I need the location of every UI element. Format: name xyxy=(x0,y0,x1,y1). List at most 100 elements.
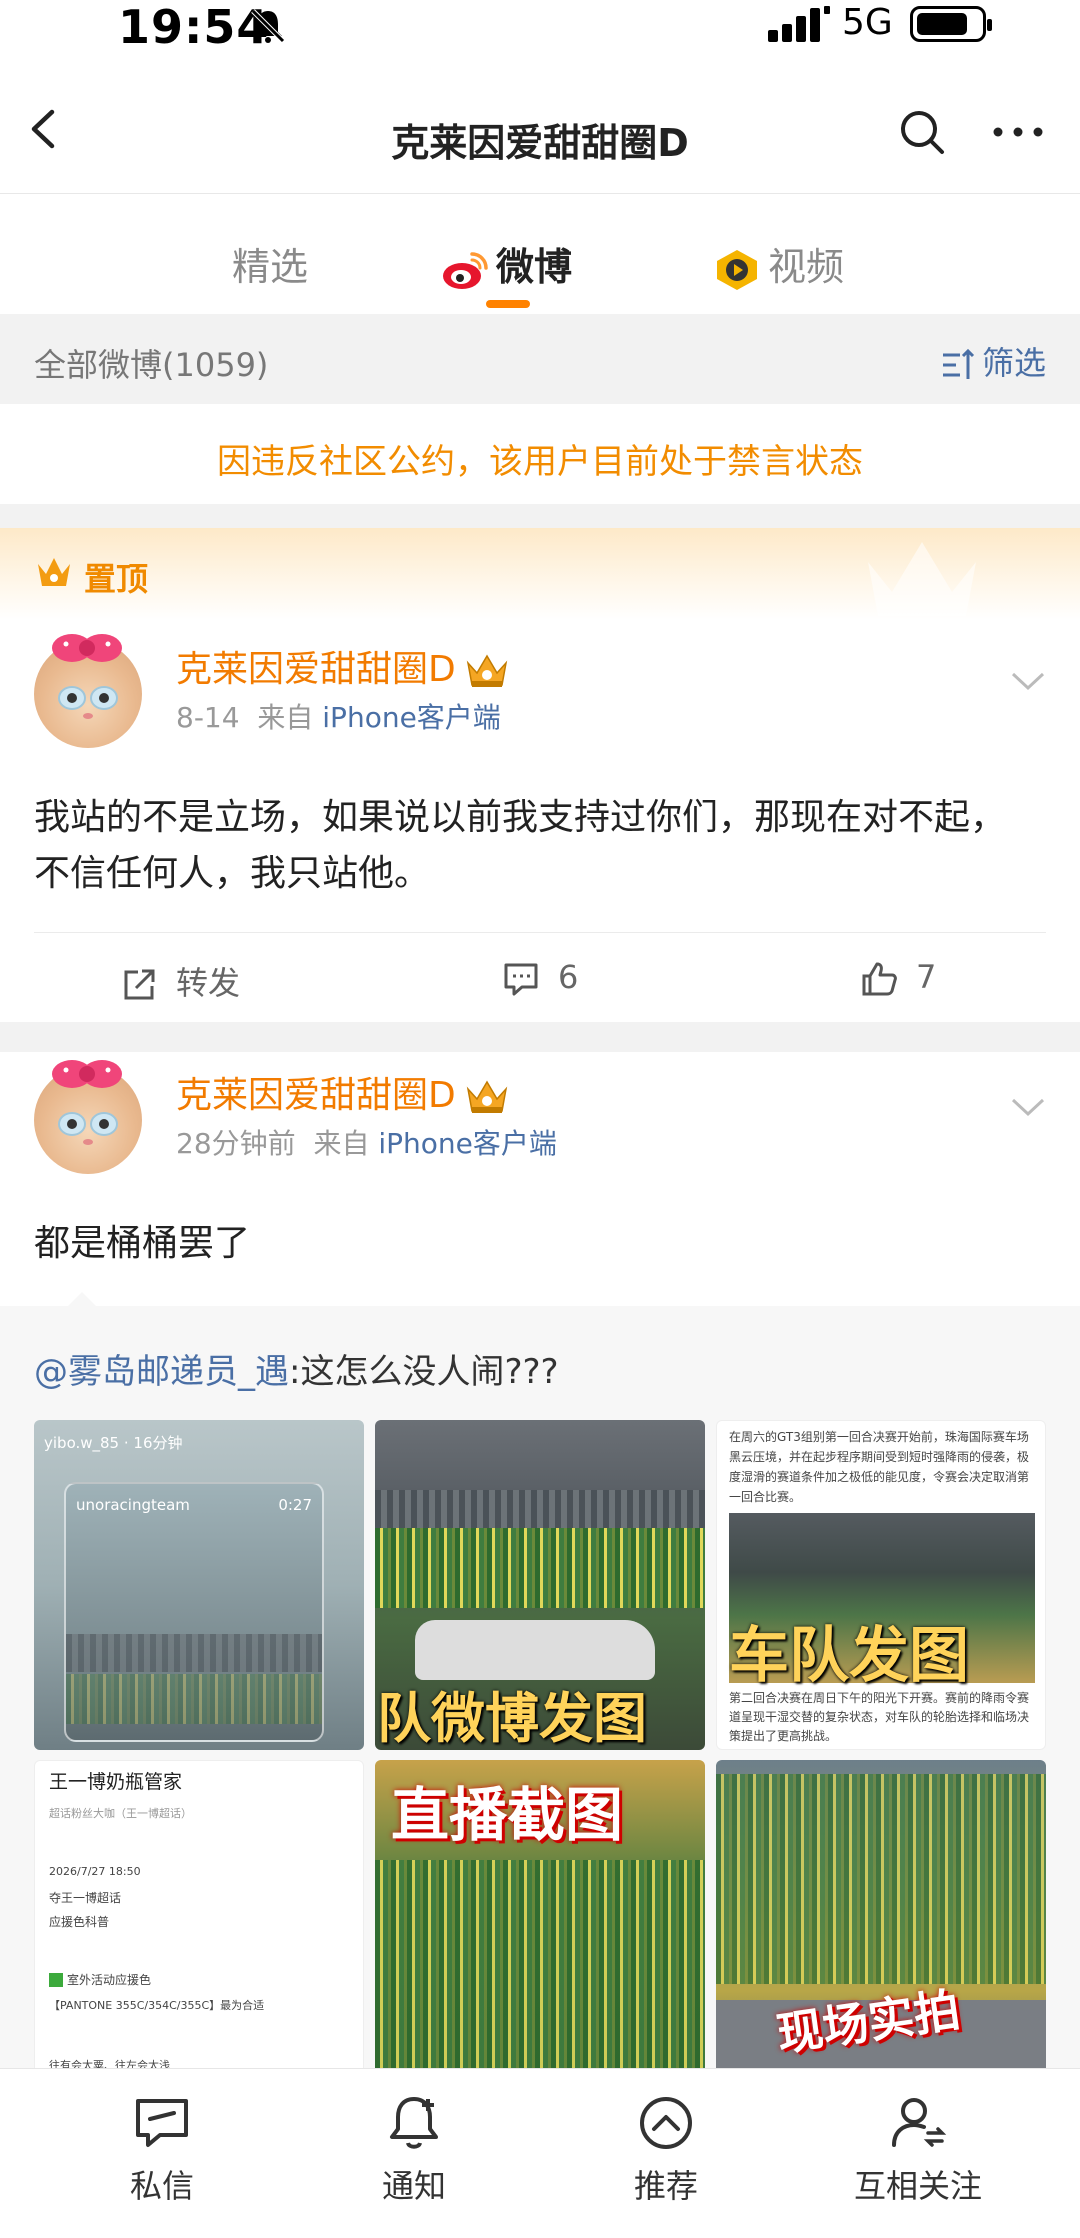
active-tab-indicator xyxy=(486,300,530,308)
note-line: 室外活动应援色 xyxy=(67,1973,152,1987)
image-caption: 队微博发图 xyxy=(377,1687,647,1750)
comment-icon xyxy=(504,963,538,996)
race-car-shape xyxy=(415,1620,655,1680)
mutual-follow-label: 互相关注 xyxy=(853,2167,982,2205)
nav-bar: 克莱因爱甜甜圈D xyxy=(0,60,1080,194)
crowd-shape xyxy=(375,1528,705,1608)
filter-button[interactable]: 筛选 xyxy=(940,338,1046,384)
avatar[interactable] xyxy=(34,634,142,748)
chevron-up-circle-icon xyxy=(640,2097,692,2149)
image-header-text: yibo.w_85 · 16分钟 xyxy=(44,1434,183,1452)
vip-crown-icon xyxy=(466,1080,507,1113)
post-source[interactable]: iPhone客户端 xyxy=(378,1127,557,1160)
tab-featured-label: 精选 xyxy=(232,245,309,289)
retweet-body: :这怎么没人闹??? xyxy=(289,1352,559,1392)
chevron-down-icon[interactable] xyxy=(1010,670,1046,694)
retweet-text: @雾岛邮递员_遇:这怎么没人闹??? xyxy=(34,1344,559,1393)
post-time: 8-14 xyxy=(176,701,240,734)
notification-button[interactable]: 通知 xyxy=(314,2091,514,2207)
note-line: 应援色科普 xyxy=(49,1915,110,1929)
bell-muted-icon xyxy=(251,9,285,43)
username-text: 克莱因爱甜甜圈D xyxy=(176,1075,456,1116)
status-bar: 19:54 5G xyxy=(0,0,1080,60)
mutual-follow-button[interactable]: 互相关注 xyxy=(818,2091,1018,2207)
recommend-button[interactable]: 推荐 xyxy=(566,2091,766,2207)
tab-weibo[interactable]: 微博 xyxy=(440,236,572,292)
note-title: 王一博奶瓶管家 xyxy=(49,1771,183,1793)
forward-label: 转发 xyxy=(176,964,241,1002)
share-icon xyxy=(124,969,155,1000)
note-line: 夺王一博超话 xyxy=(49,1891,122,1905)
video-card: unoracingteam 0:27 xyxy=(64,1482,324,1742)
retweet-notch xyxy=(68,1292,96,1306)
crowd-shape xyxy=(716,1774,1046,1984)
battery-icon xyxy=(910,6,992,42)
post-username[interactable]: 克莱因爱甜甜圈D xyxy=(176,1066,510,1118)
post-meta: 8-14 来自 iPhone客户端 xyxy=(176,696,501,736)
filter-label: 筛选 xyxy=(981,344,1046,382)
username-text: 克莱因爱甜甜圈D xyxy=(176,649,456,690)
message-icon xyxy=(136,2099,188,2147)
source-prefix: 来自 xyxy=(257,701,314,734)
weibo-logo-icon xyxy=(443,251,488,289)
mutual-follow-icon xyxy=(892,2098,947,2147)
image-thumbnail[interactable]: 王一博奶瓶管家 超话粉丝大咖（王一博超话） 2026/7/27 18:50 夺王… xyxy=(34,1760,364,2090)
image-caption: 车队发图 xyxy=(729,1621,969,1691)
retweet-block[interactable]: @雾岛邮递员_遇:这怎么没人闹??? yibo.w_85 · 16分钟 unor… xyxy=(0,1292,1080,2090)
article-text-bottom: 第二回合决赛在周日下午的阳光下开赛。赛前的降雨令赛道呈现干湿交替的复杂状态，对车… xyxy=(729,1691,1030,1743)
image-thumbnail[interactable]: 队微博发图 xyxy=(375,1420,705,1750)
crown-icon xyxy=(38,558,70,586)
video-duration: 0:27 xyxy=(278,1496,312,1514)
video-account-text: unoracingteam xyxy=(76,1496,190,1514)
decorative-crown-icon xyxy=(868,542,976,616)
post-count-label: 全部微博(1059) xyxy=(34,346,269,384)
filter-bar: 全部微博(1059) 筛选 xyxy=(0,314,1080,404)
mute-notice-text: 因违反社区公约，该用户目前处于禁言状态 xyxy=(217,442,863,482)
image-thumbnail[interactable]: 在周六的GT3组别第一回合决赛开始前，珠海国际赛车场黑云压境，并在起步程序期间受… xyxy=(716,1420,1046,1750)
vip-crown-icon xyxy=(466,654,507,687)
tab-featured[interactable]: 精选 xyxy=(232,236,308,291)
pinned-label: 置顶 xyxy=(84,560,149,598)
post-username[interactable]: 克莱因爱甜甜圈D xyxy=(176,640,510,692)
comment-button[interactable]: 6 xyxy=(502,958,578,998)
message-button[interactable]: 私信 xyxy=(62,2091,262,2207)
profile-tabs: 精选 微博 视频 xyxy=(0,194,1080,314)
avatar[interactable] xyxy=(34,1060,142,1174)
search-icon[interactable] xyxy=(898,108,946,156)
retweet-author[interactable]: @雾岛邮递员_遇 xyxy=(34,1352,289,1392)
recommend-label: 推荐 xyxy=(633,2167,698,2205)
notification-label: 通知 xyxy=(381,2167,446,2205)
network-label: 5G xyxy=(842,2,893,43)
source-prefix: 来自 xyxy=(313,1127,370,1160)
note-line: 2026/7/27 18:50 xyxy=(49,1865,141,1878)
bottom-bar: 私信 通知 推荐 互相关注 xyxy=(0,2068,1080,2238)
article-text-top: 在周六的GT3组别第一回合决赛开始前，珠海国际赛车场黑云压境，并在起步程序期间受… xyxy=(729,1430,1030,1504)
screen: { "status_bar": {"time": "19:54", "netwo… xyxy=(0,0,1080,2238)
like-count: 7 xyxy=(916,958,937,996)
mute-notice: 因违反社区公约，该用户目前处于禁言状态 xyxy=(0,404,1080,504)
cat-face-icon xyxy=(58,686,118,719)
comment-count: 6 xyxy=(558,958,579,996)
pinned-banner: 置顶 xyxy=(0,528,1080,620)
post-source[interactable]: iPhone客户端 xyxy=(322,701,501,734)
more-options-icon[interactable] xyxy=(990,108,1046,156)
image-thumbnail[interactable]: 直播截图 xyxy=(375,1760,705,2090)
grandstand-shape xyxy=(66,1634,322,1672)
like-button[interactable]: 7 xyxy=(860,958,936,998)
forward-button[interactable]: 转发 xyxy=(120,958,240,1004)
tab-video[interactable]: 视频 xyxy=(712,236,844,292)
post-card[interactable]: 置顶 克莱因爱甜甜圈D 8-14 来自 iPhone客户端 我站的不是立场，如果… xyxy=(0,528,1080,1022)
post-card[interactable]: 克莱因爱甜甜圈D 28分钟前 来自 iPhone客户端 都是桶桶罢了 @雾岛邮递… xyxy=(0,1052,1080,2090)
filter-icon xyxy=(942,348,975,379)
image-caption: 直播截图 xyxy=(391,1781,624,1849)
signal-icon xyxy=(768,6,830,42)
crowd-shape xyxy=(66,1674,322,1724)
bow-icon xyxy=(52,634,122,662)
post-time: 28分钟前 xyxy=(176,1127,296,1160)
tab-weibo-label: 微博 xyxy=(496,245,573,289)
video-badge-icon xyxy=(717,249,757,290)
image-thumbnail[interactable]: yibo.w_85 · 16分钟 unoracingteam 0:27 xyxy=(34,1420,364,1750)
image-thumbnail[interactable]: 现场实拍 xyxy=(716,1760,1046,2090)
chevron-down-icon[interactable] xyxy=(1010,1096,1046,1120)
crowd-shape xyxy=(375,1860,705,2090)
